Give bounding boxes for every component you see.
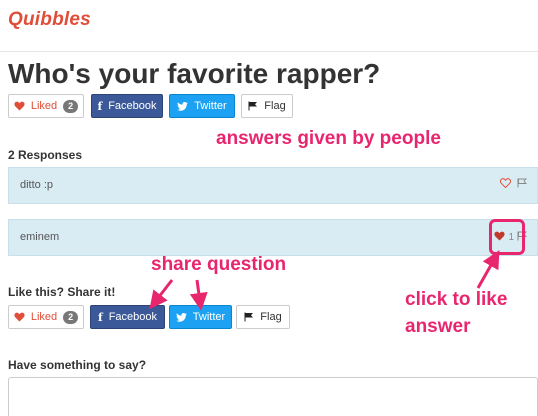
answer-item: eminem 1: [8, 219, 538, 256]
comment-textarea[interactable]: [8, 377, 538, 416]
arrow-to-twitter: [189, 279, 208, 311]
twitter-label: Twitter: [192, 311, 226, 323]
twitter-icon: [175, 312, 187, 322]
share-facebook-button[interactable]: f Facebook: [90, 305, 165, 329]
answer-actions: [497, 178, 528, 191]
flag-button[interactable]: Flag: [241, 94, 293, 118]
facebook-share-button[interactable]: f Facebook: [91, 94, 163, 118]
heart-icon: [14, 101, 25, 111]
annotation-answers: answers given by people: [216, 128, 441, 149]
share-heading: Like this? Share it!: [8, 285, 116, 299]
liked-label: Liked: [30, 311, 58, 323]
flag-icon: [248, 101, 258, 111]
share-twitter-button[interactable]: Twitter: [169, 305, 232, 329]
liked-count-badge: 2: [63, 99, 79, 113]
arrow-to-like: [476, 250, 500, 289]
flag-outline-icon[interactable]: [517, 178, 528, 191]
brand-logo[interactable]: Quibbles: [8, 9, 91, 31]
share-liked-button[interactable]: Liked 2: [8, 305, 84, 329]
facebook-label: Facebook: [108, 311, 158, 323]
annotation-like-line1: click to like: [405, 289, 508, 310]
flag-label: Flag: [264, 100, 286, 112]
flag-icon: [244, 312, 254, 322]
answer-item: ditto :p: [8, 167, 538, 204]
twitter-icon: [177, 101, 189, 111]
share-flag-button[interactable]: Flag: [236, 305, 290, 329]
arrow-to-facebook: [149, 279, 174, 310]
answer-text: ditto :p: [20, 179, 54, 191]
heart-icon: [14, 312, 25, 322]
liked-count-badge: 2: [63, 310, 79, 324]
annotation-like-line2: answer: [405, 316, 471, 337]
facebook-label: Facebook: [108, 100, 157, 112]
heart-outline-icon[interactable]: [499, 178, 512, 191]
facebook-icon: f: [97, 99, 103, 113]
question-title: Who's your favorite rapper?: [8, 58, 381, 89]
facebook-icon: f: [97, 310, 103, 324]
comment-heading: Have something to say?: [8, 358, 147, 372]
answer-text: eminem: [20, 231, 60, 243]
annotation-share: share question: [151, 254, 287, 275]
twitter-share-button[interactable]: Twitter: [169, 94, 235, 118]
responses-heading: 2 Responses: [8, 148, 83, 162]
liked-button[interactable]: Liked 2: [8, 94, 84, 118]
twitter-label: Twitter: [194, 100, 227, 112]
flag-label: Flag: [260, 311, 282, 323]
like-highlight-box: [489, 219, 525, 255]
liked-label: Liked: [30, 100, 58, 112]
top-bar: Quibbles: [0, 0, 538, 52]
